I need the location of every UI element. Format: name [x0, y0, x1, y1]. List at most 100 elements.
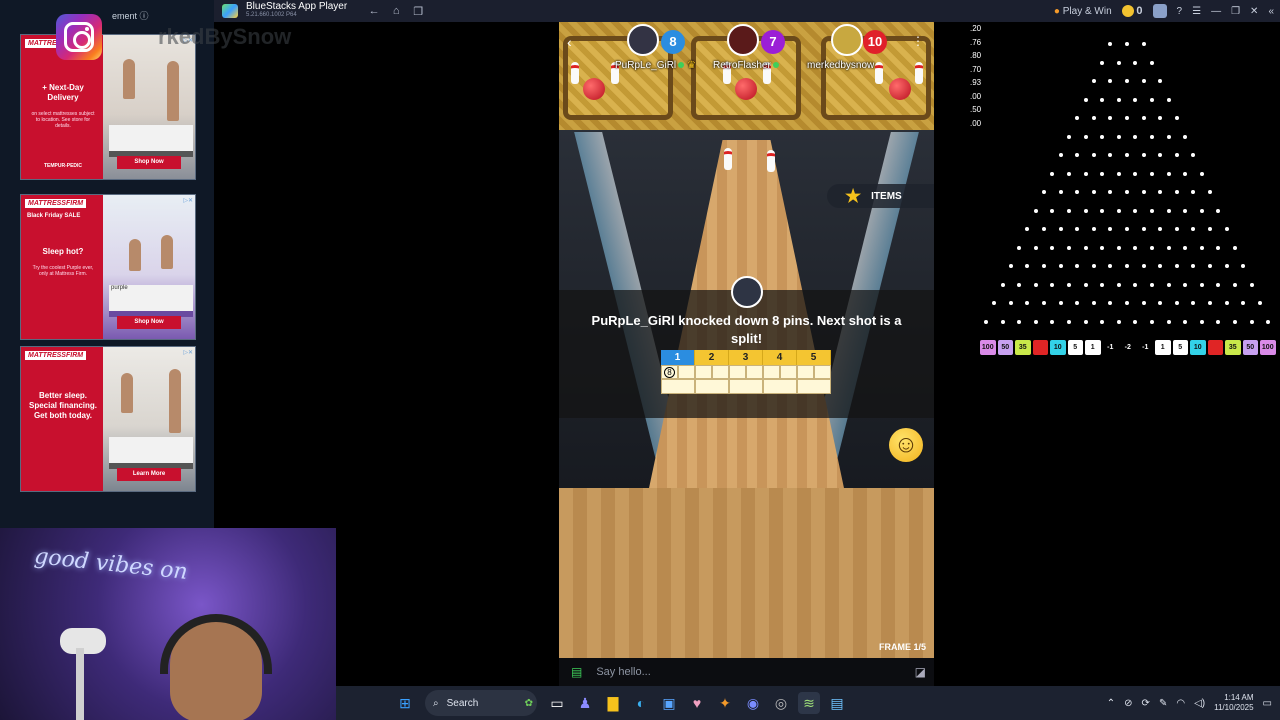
standing-pin	[767, 150, 775, 172]
ad-choices-icon[interactable]: ▷✕	[183, 197, 193, 204]
plinko-peg	[1116, 134, 1121, 139]
star-icon: ★	[845, 185, 862, 206]
minimize-icon[interactable]: —	[1211, 6, 1221, 17]
chat-bar[interactable]: ▤ Say hello... ◪	[559, 658, 934, 686]
player-name-text: merkedbysnow	[807, 60, 875, 71]
ad-banner-3[interactable]: MATTRESSFIRM Better sleep. Special finan…	[20, 346, 196, 492]
plinko-peg	[1149, 134, 1154, 139]
ad-cta-button[interactable]: Shop Now	[117, 316, 181, 329]
restore-icon[interactable]: ❐	[1231, 6, 1240, 17]
plinko-peg	[1116, 97, 1121, 102]
app-pink-icon[interactable]: ♥	[686, 692, 708, 714]
plinko-slot: 50	[997, 340, 1013, 355]
copilot-icon[interactable]: ✦	[714, 692, 736, 714]
scorecard: 12345 8	[661, 350, 831, 394]
items-button[interactable]: ★ ITEMS	[827, 184, 934, 208]
player-avatar	[627, 24, 659, 56]
plinko-peg	[1100, 171, 1105, 176]
plinko-slot: 50	[1242, 340, 1258, 355]
system-tray: ⌃ ⊘ ⟳ ✎ ◠ ◁) 1:14 AM 11/10/2025 ▭	[1107, 686, 1272, 720]
widget-icon: ✿	[524, 697, 533, 709]
plinko-slot: 100	[980, 340, 996, 355]
odds-value: .80	[970, 51, 982, 60]
discord-icon[interactable]: ◉	[742, 692, 764, 714]
teams-icon[interactable]: ♟	[574, 692, 596, 714]
home-icon[interactable]: ⌂	[389, 5, 403, 17]
plinko-peg	[1166, 97, 1171, 102]
bowling-game-screen[interactable]: ‹ ⋮ 8 PuRpLe_GiRl ♛ 7 RetroFlasher 10 me…	[559, 22, 934, 658]
show-hidden-icon[interactable]: ⌃	[1107, 698, 1115, 709]
notepad-icon[interactable]: ▤	[826, 692, 848, 714]
plinko-peg	[1083, 171, 1088, 176]
plinko-slot: 35	[1225, 340, 1241, 355]
plinko-peg	[1166, 319, 1171, 324]
plinko-peg	[1058, 264, 1063, 268]
wifi-icon[interactable]: ◠	[1176, 698, 1185, 709]
ad-banner-1[interactable]: MATTRESSFIRM + Next-Day Delivery on sele…	[20, 34, 196, 180]
standing-pin	[724, 148, 732, 170]
player-name-text: RetroFlasher	[713, 60, 771, 71]
instagram-icon	[56, 14, 102, 60]
chat-input[interactable]: Say hello...	[596, 666, 650, 678]
back-arrow-icon[interactable]: ‹	[567, 34, 572, 50]
plinko-peg	[1066, 245, 1071, 250]
volume-icon[interactable]: ◁)	[1194, 698, 1205, 709]
emoji-button[interactable]: ☺	[889, 428, 923, 462]
bluestacks-taskbar-icon[interactable]: ≋	[798, 692, 820, 714]
plinko-peg	[1191, 190, 1196, 194]
file-explorer-icon[interactable]: ▇	[602, 692, 624, 714]
plinko-peg	[1199, 319, 1204, 324]
obs-icon[interactable]: ◎	[770, 692, 792, 714]
notification-icon[interactable]: ▭	[1263, 698, 1272, 709]
task-view-icon[interactable]: ▭	[546, 692, 568, 714]
help-icon[interactable]: ?	[1177, 6, 1183, 17]
sticker-icon[interactable]: ◪	[915, 665, 926, 679]
plinko-slot: 5	[1172, 340, 1188, 355]
multi-instance-icon[interactable]: ❐	[411, 5, 425, 18]
collapse-icon[interactable]: «	[1268, 6, 1274, 17]
player-avatar	[727, 24, 759, 56]
plinko-peg	[1158, 153, 1163, 157]
ad-cta-button[interactable]: Learn More	[117, 468, 181, 481]
avatar-icon[interactable]	[1152, 4, 1167, 18]
coin-counter[interactable]: 0	[1121, 5, 1143, 18]
plinko-peg	[1158, 264, 1163, 268]
frame-total-cell	[797, 379, 831, 394]
ad-label: ement ⓘ	[112, 11, 149, 21]
edge-icon[interactable]: ◐	[630, 692, 652, 714]
roll-cell	[746, 365, 763, 379]
pen-icon[interactable]: ✎	[1159, 698, 1167, 709]
plinko-peg	[1174, 190, 1179, 194]
ad-choices-icon[interactable]: ▷✕	[183, 349, 193, 356]
plinko-peg	[1208, 301, 1212, 305]
play-win-button[interactable]: ● Play & Win	[1054, 6, 1112, 17]
odds-value: .70	[970, 64, 982, 74]
plinko-peg	[1199, 282, 1204, 287]
plinko-peg	[1008, 301, 1013, 305]
back-icon[interactable]: ←	[367, 5, 381, 17]
network-off-icon[interactable]: ⊘	[1124, 698, 1132, 709]
plinko-peg	[1116, 245, 1121, 250]
plinko-peg	[1025, 264, 1030, 268]
windows-taskbar: ⊞ ⌕ Search ✿ ▭ ♟ ▇ ◐ ▣ ♥ ✦ ◉ ◎ ≋ ▤ ⌃ ⊘ ⟳…	[336, 686, 1280, 720]
plinko-peg	[1125, 190, 1129, 194]
more-options-icon[interactable]: ⋮	[912, 34, 924, 48]
sync-icon[interactable]: ⟳	[1142, 698, 1150, 709]
ad-cta-button[interactable]: Shop Now	[117, 156, 181, 169]
clock[interactable]: 1:14 AM 11/10/2025	[1214, 693, 1253, 713]
store-icon[interactable]: ▣	[658, 692, 680, 714]
plinko-peg	[1100, 282, 1105, 287]
taskbar-search[interactable]: ⌕ Search ✿	[425, 690, 537, 716]
plinko-peg	[1058, 227, 1063, 231]
plinko-slot: -1	[1142, 344, 1149, 351]
close-icon[interactable]: ✕	[1250, 6, 1258, 17]
plinko-peg	[1083, 208, 1088, 213]
menu-icon[interactable]: ☰	[1192, 6, 1201, 17]
flame-icon: ●	[1053, 5, 1060, 17]
windows-start-icon[interactable]: ⊞	[394, 692, 416, 714]
ad-banner-2[interactable]: MATTRESSFIRM Black Friday SALE Sleep hot…	[20, 194, 196, 340]
plinko-peg	[1216, 319, 1221, 324]
plinko-peg	[1133, 171, 1138, 176]
coin-icon	[1121, 5, 1134, 18]
plinko-peg	[1191, 153, 1196, 157]
